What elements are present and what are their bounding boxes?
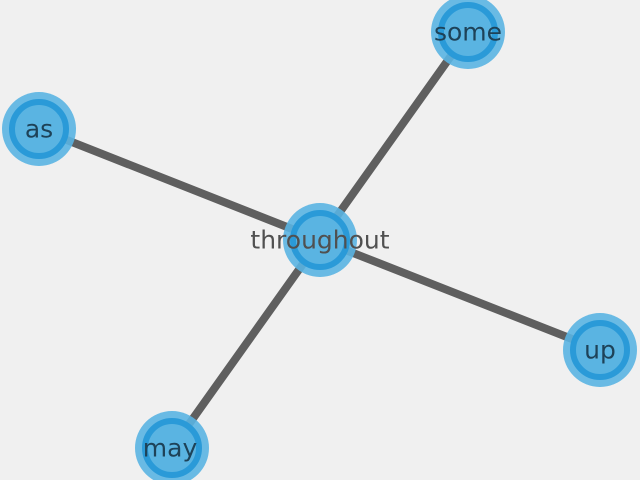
node-may[interactable]: may <box>135 411 209 480</box>
edge-throughout-may <box>168 236 324 452</box>
node-as-label: as <box>25 115 53 144</box>
node-as[interactable]: as <box>2 92 76 166</box>
node-up-label: up <box>584 336 616 365</box>
edge-throughout-some <box>316 28 472 244</box>
node-throughout-label: throughout <box>250 226 389 255</box>
node-some-label: some <box>434 18 502 47</box>
node-some[interactable]: some <box>431 0 505 69</box>
node-may-label: may <box>143 434 198 463</box>
edge-throughout-as <box>35 125 324 244</box>
edge-throughout-up <box>316 236 604 354</box>
node-throughout[interactable]: throughout <box>250 203 390 277</box>
word-graph-canvas: some as up may throughout <box>2 0 637 480</box>
nodes-layer: some as up may throughout <box>2 0 637 480</box>
node-up[interactable]: up <box>563 313 637 387</box>
